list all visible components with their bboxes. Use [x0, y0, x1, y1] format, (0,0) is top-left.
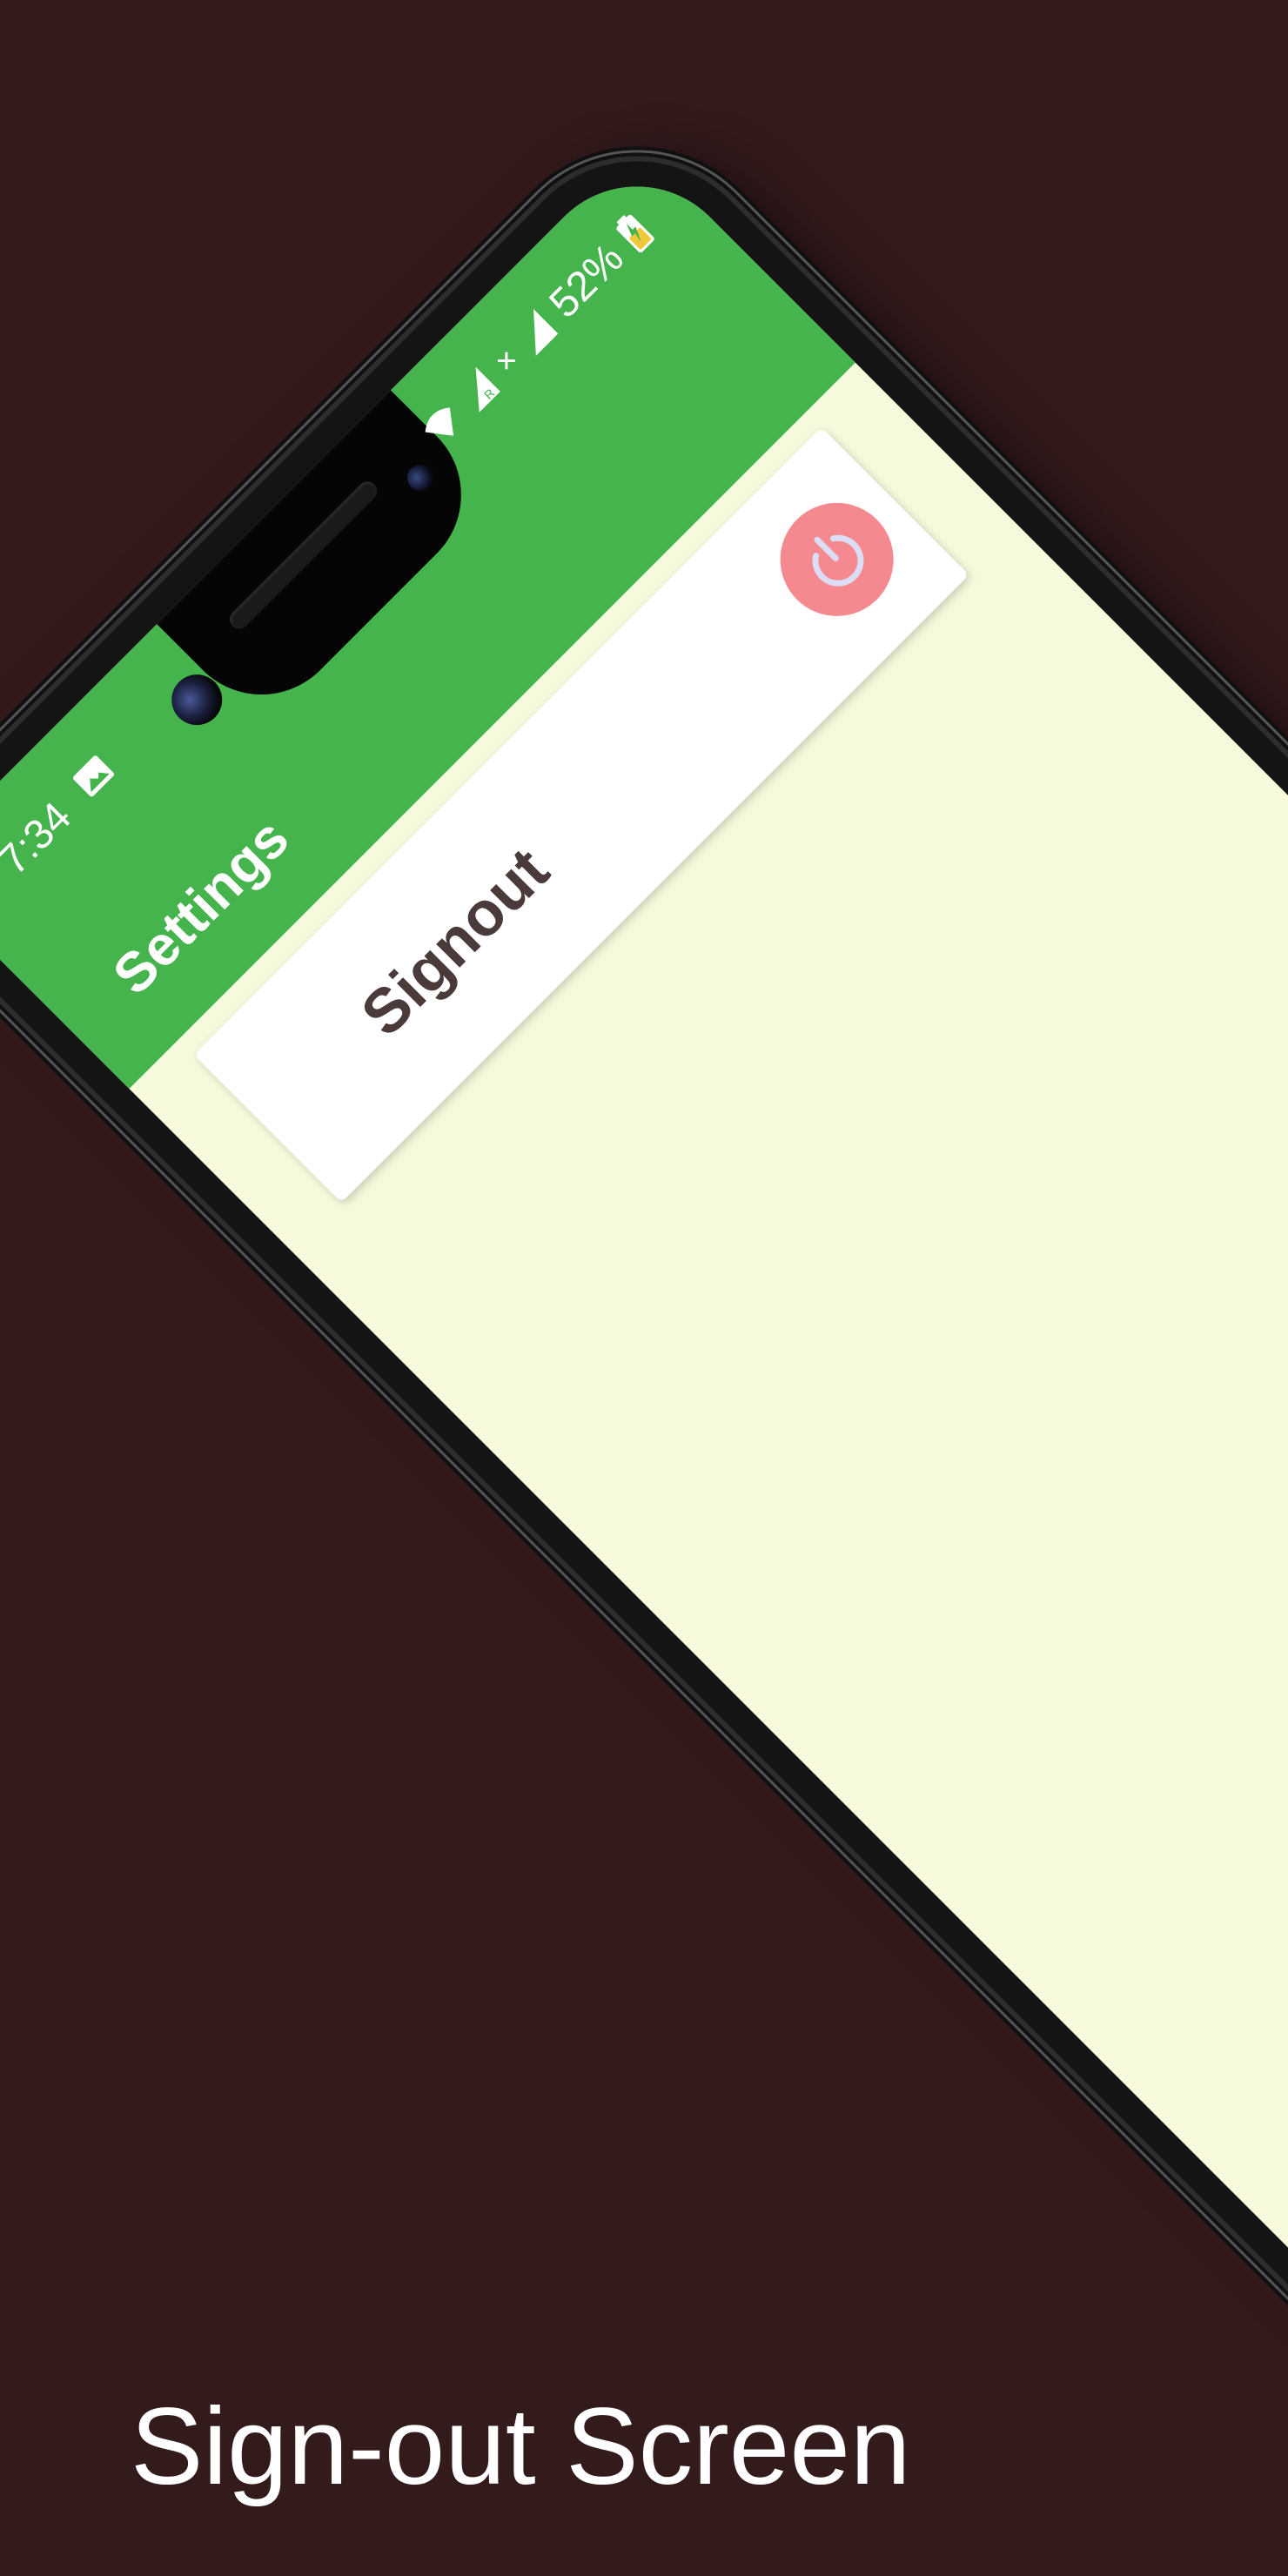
status-icons: R 52%: [411, 205, 662, 457]
phone-screen: 7:34 R 52% Settings Signout: [0, 144, 1288, 2434]
signout-button[interactable]: [756, 479, 917, 640]
battery-charging-icon: [616, 214, 654, 253]
screen-caption: Sign-out Screen: [131, 2386, 911, 2507]
status-time: 7:34: [0, 794, 81, 884]
proximity-sensor: [401, 459, 439, 497]
signout-label: Signout: [348, 835, 563, 1050]
signal-roaming-icon: R: [475, 366, 500, 413]
signal-icon: [533, 309, 559, 356]
phone-frame: 7:34 R 52% Settings Signout: [0, 107, 1288, 2471]
power-icon: [812, 534, 864, 587]
earpiece-speaker: [225, 477, 381, 634]
front-camera-left: [161, 664, 233, 736]
image-icon: [72, 755, 114, 797]
no-data-x-icon: [497, 352, 515, 370]
battery-percent: 52%: [540, 234, 633, 327]
